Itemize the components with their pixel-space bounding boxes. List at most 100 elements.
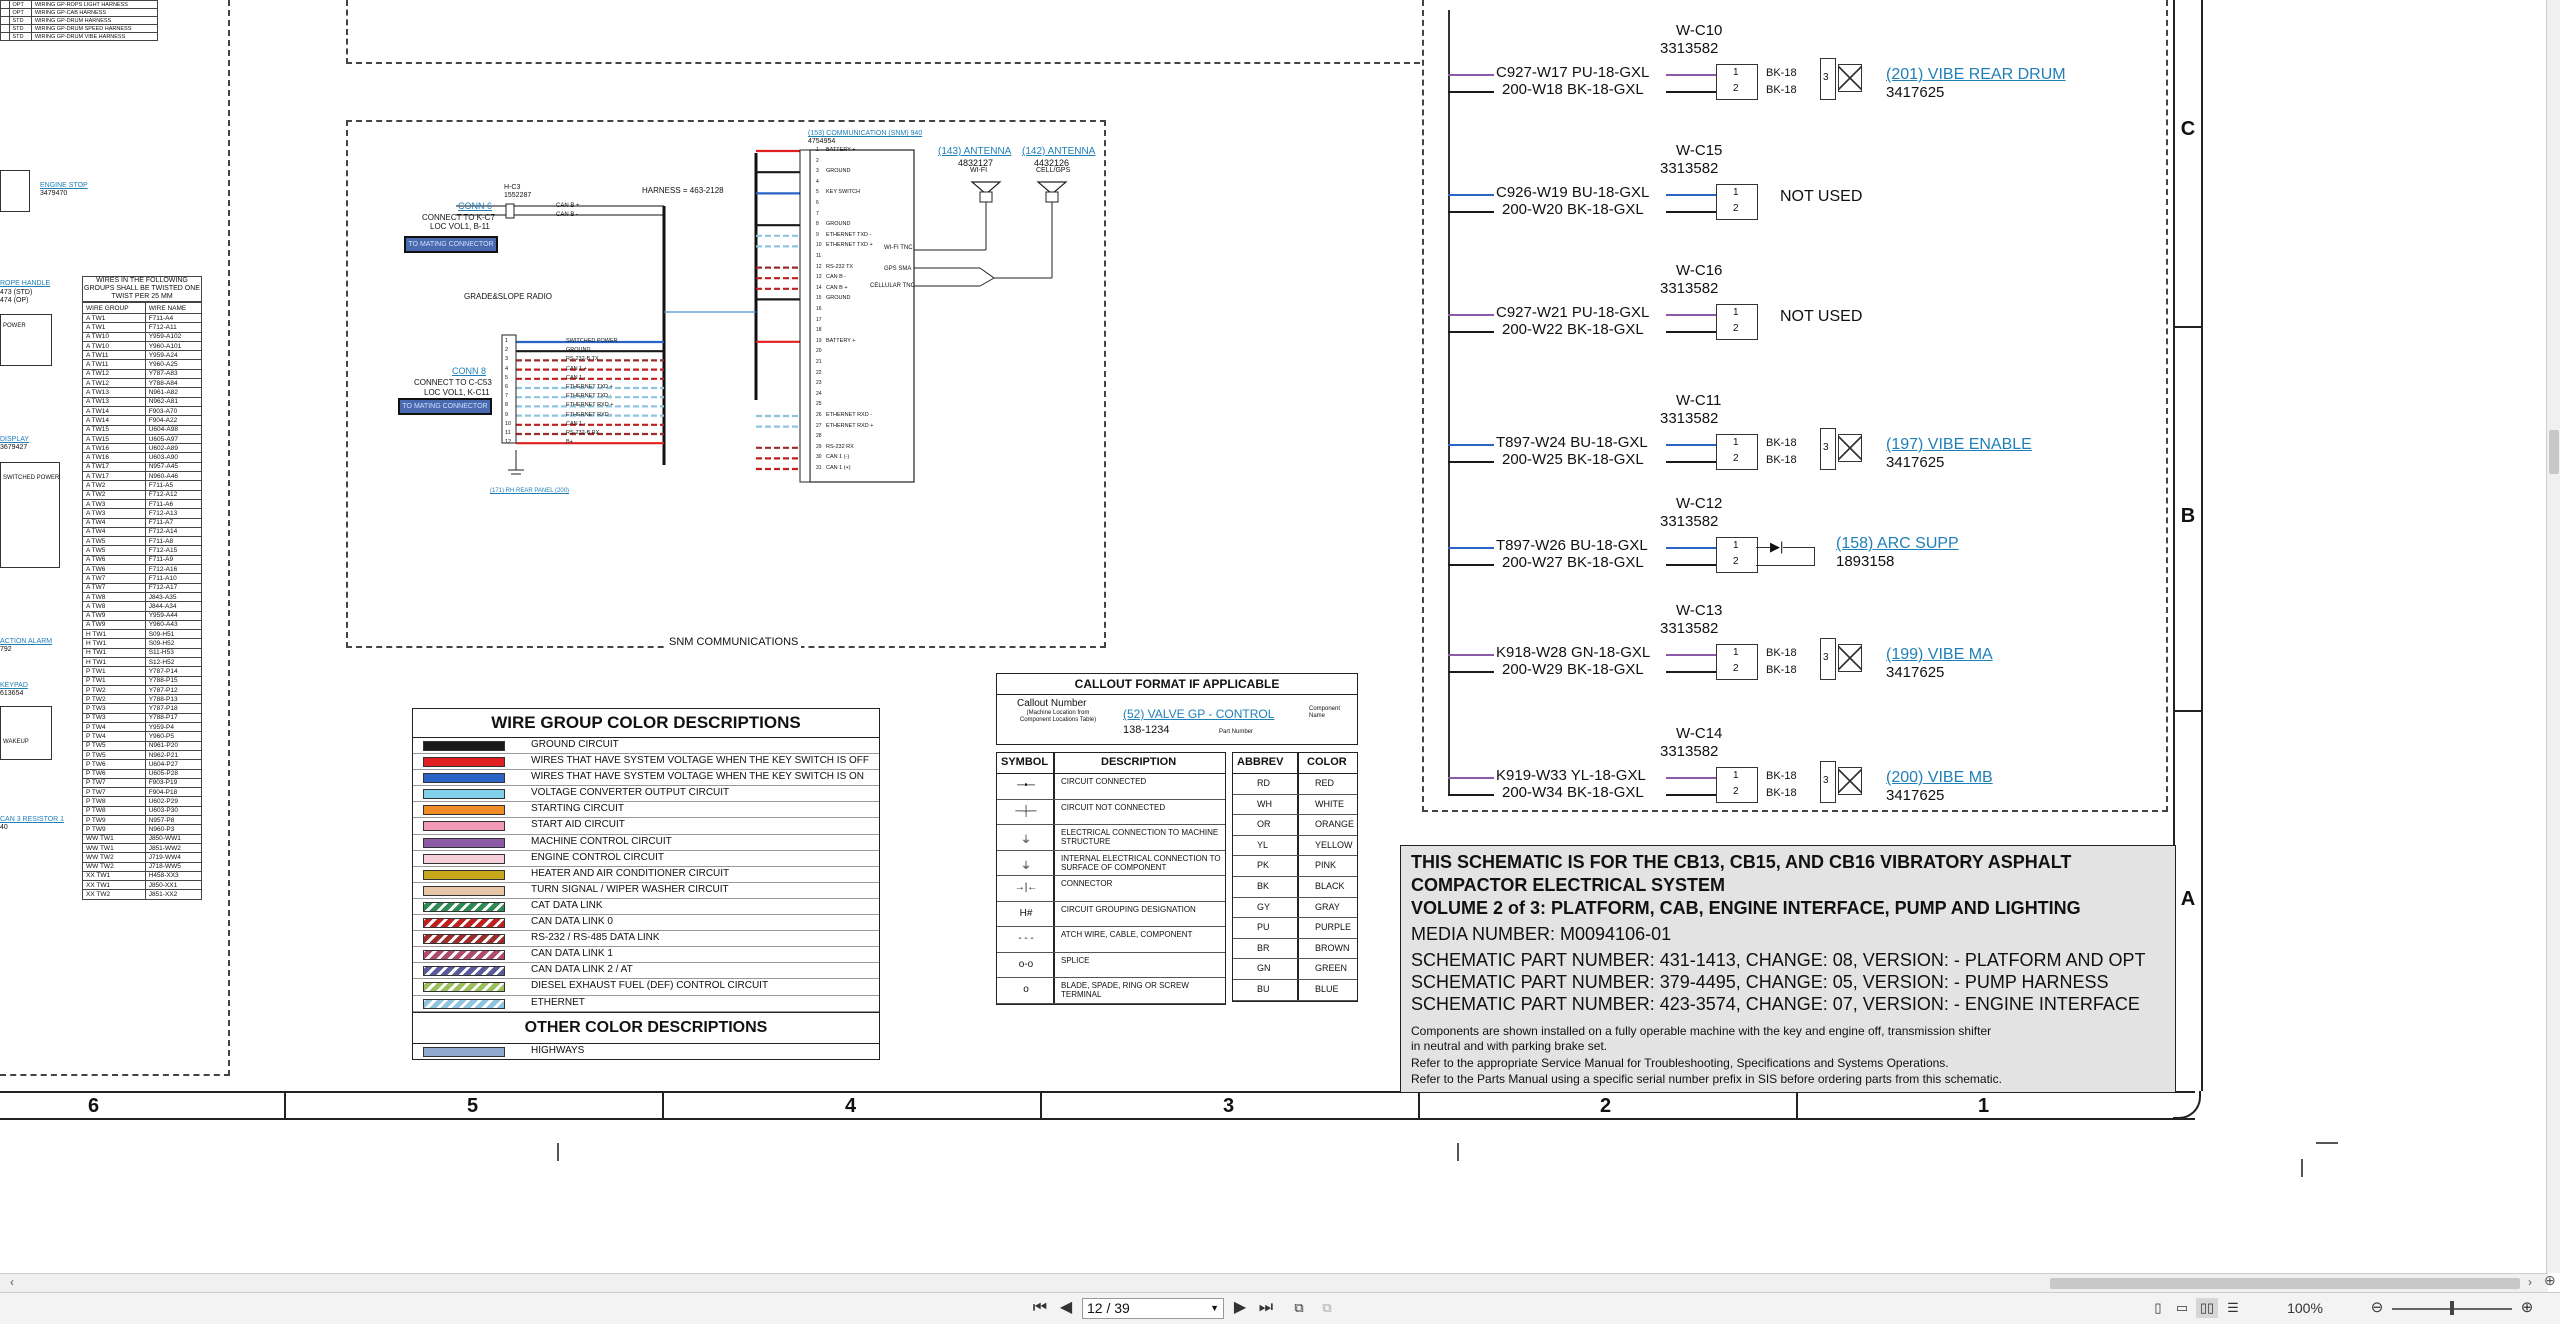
twist-row: P TW4 Y959-P4 [82,722,203,733]
twist-row: A TW6 F711-A9 [82,554,203,566]
twist-row: A TW11 Y960-A25 [82,359,203,370]
twist-group: A TW8 [82,601,146,612]
conn6-link[interactable]: CONN 6 [458,201,492,211]
engine-stop-link[interactable]: ENGINE STOP [40,182,88,189]
antenna-1-link[interactable]: (143) ANTENNA [938,146,1011,157]
antenna-2-link[interactable]: (142) ANTENNA [1022,146,1095,157]
ecm-link[interactable]: (153) COMMUNICATION (SNM) 940 [808,130,922,137]
copy-view-icon[interactable]: ⧉ [1288,1298,1310,1318]
twist-group: A TW4 [82,517,146,528]
zoom-in-icon[interactable]: ⊕ [2518,1298,2536,1318]
twist-row: A TW8 J844-A34 [82,601,203,612]
harness-row: OPT WIRING GP-ROPS LIGHT HARNESS [0,0,159,9]
ground-wire [1448,331,1494,333]
conn8-pin-label: GROUND [566,347,591,354]
wire-color-swatch [423,789,505,800]
wire-label-ground: 200-W25 BK-18-GXL [1502,451,1644,468]
pin-2: 2 [1733,786,1739,797]
display-link[interactable]: DISPLAY [0,436,29,443]
abbrev-color: BROWN [1315,942,1350,953]
symbol-description: ATCH WIRE, CABLE, COMPONENT [1061,930,1193,939]
zoom-out-icon[interactable]: ⊖ [2368,1298,2386,1318]
conn8-pin-label: CAN 1 - [566,420,586,427]
other-color-label: HIGHWAYS [531,1044,585,1056]
twist-wire: F711-A8 [144,536,203,547]
abbrev-code: WH [1257,798,1272,809]
conn8-link[interactable]: CONN 8 [452,366,486,376]
not-used-label: NOT USED [1780,308,1863,325]
component-part: 1893158 [1836,553,1895,570]
rope-handle-link[interactable]: ROPE HANDLE [0,280,50,287]
connector-block: 12 [1716,184,1758,220]
paste-view-icon[interactable]: ⧉ [1316,1298,1338,1318]
pin-1: 1 [1733,770,1739,781]
ground-wire-tail [1666,331,1716,333]
wire-group-row: START AID CIRCUIT [413,818,879,835]
diode-icon: ▶| [1770,539,1784,555]
ecm-pin-number: 23 [816,380,822,387]
zoom-level[interactable]: 100% [2280,1298,2330,1318]
twist-row: A TW2 F711-A5 [82,480,203,491]
wire-group-title: WIRE GROUP COLOR DESCRIPTIONS [413,709,879,738]
callout-example-link[interactable]: (52) VALVE GP - CONTROL [1123,707,1274,721]
ecm-pin-number: 4 [816,178,819,185]
zoom-slider-track[interactable] [2392,1301,2512,1315]
viewer-status-bar: ⏮ ◀ 12 / 39 ▼ ▶ ⏭ ⧉ ⧉ ▯ ▭ ▯▯ ☰ 100% ⊖ ⊕ [0,1292,2560,1324]
component-link[interactable]: (158) ARC SUPP [1836,535,1959,553]
harness-cell: OPT [8,0,32,9]
harness-cell: WIRING GP-ROPS LIGHT HARNESS [30,0,159,9]
margin-mark-1 [557,1143,559,1161]
scroll-right-icon[interactable]: › [2528,1275,2532,1289]
page-dropdown-icon[interactable]: ▼ [1210,1299,1219,1318]
scroll-left-icon[interactable]: ‹ [10,1275,14,1289]
component-link[interactable]: (197) VIBE ENABLE [1886,436,2032,454]
horizontal-scrollbar[interactable]: ‹ › [0,1273,2548,1293]
component-link[interactable]: (200) VIBE MB [1886,769,1993,787]
twist-group: WW TW1 [82,833,146,844]
info-line-2: COMPACTOR ELECTRICAL SYSTEM [1411,875,1726,895]
twist-row: A TW3 F712-A13 [82,508,203,519]
bk-label-2: BK-18 [1766,787,1797,799]
last-page-icon[interactable]: ⏭ [1256,1298,1276,1318]
solenoid-coil-icon [1838,64,1862,92]
twist-wire: Y788-P13 [144,694,203,705]
ecm-pin-label: RS-232 TX [826,263,854,270]
conn6-mating-badge[interactable]: TO MATING CONNECTOR [404,236,498,253]
component-link[interactable]: (201) VIBE REAR DRUM [1886,66,2066,84]
wire-group-row: WIRES THAT HAVE SYSTEM VOLTAGE WHEN THE … [413,770,879,787]
page-number-field[interactable]: 12 / 39 ▼ [1082,1298,1224,1319]
twist-wire: Y788-P17 [144,712,203,724]
twist-row: A TW16 U602-A89 [82,443,203,454]
conn8-pin-number: 11 [505,430,511,436]
wire-group-row: MACHINE CONTROL CIRCUIT [413,835,879,851]
vertical-scrollbar[interactable] [2546,0,2560,1273]
resistor-link[interactable]: CAN 3 RESISTOR 1 [0,816,64,823]
twist-group: A TW15 [82,433,146,445]
single-page-view-icon[interactable]: ▯ [2148,1298,2168,1318]
twist-wire: F903-P19 [144,777,203,789]
other-color-row: HIGHWAYS [413,1044,879,1059]
component-link[interactable]: (199) VIBE MA [1886,646,1993,664]
two-page-continuous-icon[interactable]: ☰ [2222,1298,2244,1318]
zoom-slider-thumb[interactable] [2450,1301,2454,1315]
ecm-pin-label: ETHERNET TXD - [826,231,872,238]
vertical-scroll-thumb[interactable] [2549,430,2559,474]
previous-page-icon[interactable]: ◀ [1058,1298,1074,1318]
ecm-pin-label: ETHERNET RXD - [826,412,873,418]
keypad-link[interactable]: KEYPAD [0,682,28,689]
continuous-view-icon[interactable]: ▭ [2172,1298,2192,1318]
scroll-corner-plus-icon[interactable]: ⊕ [2544,1272,2556,1289]
ecm-pin-number: 5 [816,189,819,196]
next-page-icon[interactable]: ▶ [1232,1298,1248,1318]
wire-group-label: WIRES THAT HAVE SYSTEM VOLTAGE WHEN THE … [531,771,865,783]
two-page-view-icon[interactable]: ▯▯ [2196,1298,2218,1318]
signal-wire-tail [1666,314,1716,316]
conn8-mating-badge[interactable]: TO MATING CONNECTOR [398,398,492,415]
not-used-label: NOT USED [1780,188,1863,205]
horizontal-scroll-thumb[interactable] [2050,1278,2520,1289]
action-alarm-link[interactable]: ACTION ALARM [0,638,52,645]
rear-panel-link[interactable]: (171) RH REAR PANEL (200) [490,488,569,494]
conn8-pin-number: 2 [505,347,509,354]
twist-wire: J843-A35 [144,591,203,603]
first-page-icon[interactable]: ⏮ [1030,1298,1050,1318]
